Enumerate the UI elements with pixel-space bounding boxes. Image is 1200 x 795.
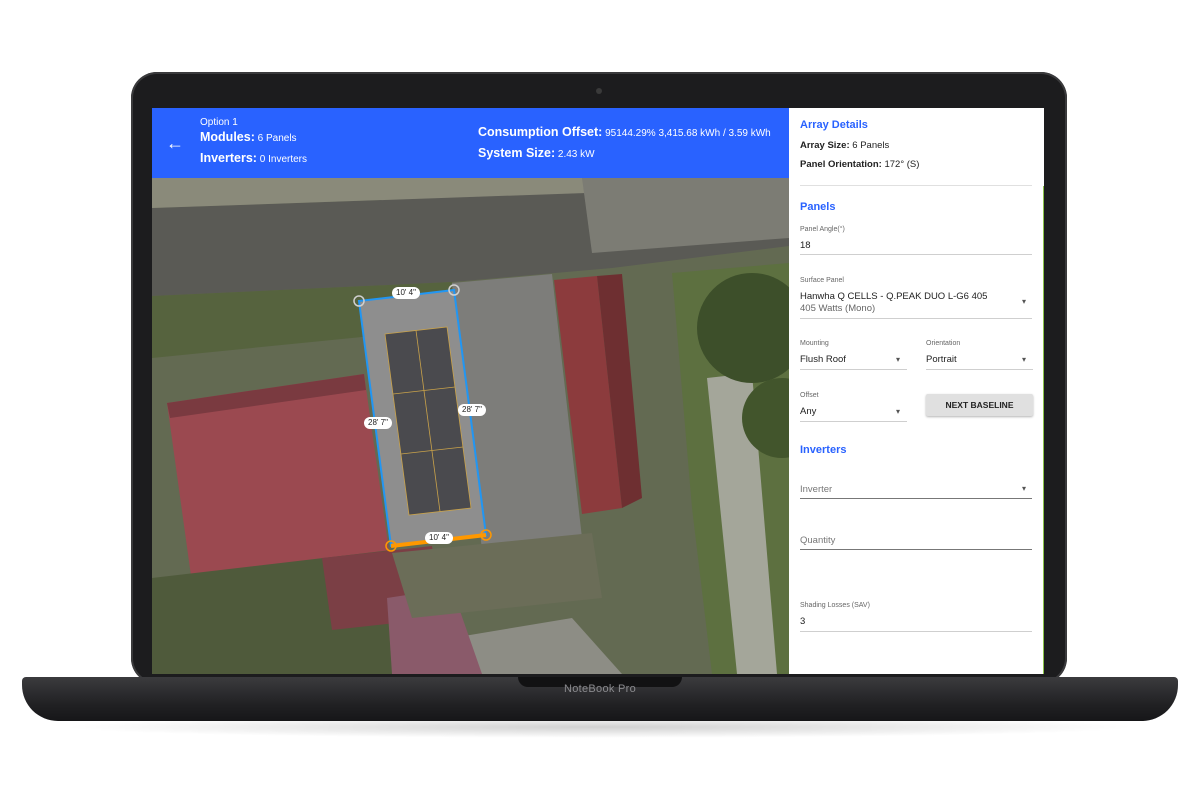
orientation-label: Orientation [926,340,961,347]
consumption-offset-label: Consumption Offset: [478,125,603,139]
orientation-dropdown-icon[interactable]: ▾ [1022,355,1026,364]
quantity-underline [800,549,1032,550]
mounting-label: Mounting [800,340,829,347]
system-size: System Size: 2.43 kW [478,146,595,160]
shading-losses-input[interactable]: 3 [800,616,805,627]
surface-panel-watts: 405 Watts (Mono) [800,303,876,314]
laptop-brand-label: NoteBook Pro [563,683,637,695]
panel-orientation-value: 172° (S) [884,159,920,170]
dimension-left: 28' 7" [364,417,392,429]
dimension-bottom: 10' 4" [425,532,453,544]
next-baseline-button[interactable]: NEXT BASELINE [926,394,1033,416]
mounting-underline [800,369,907,370]
inverter-dropdown-icon[interactable]: ▾ [1022,484,1026,493]
inverter-select[interactable]: Inverter [800,484,832,495]
panel-angle-input[interactable]: 18 [800,240,811,251]
surface-panel-select[interactable]: Hanwha Q CELLS - Q.PEAK DUO L-G6 405 [800,291,987,302]
offset-select[interactable]: Any [800,406,816,417]
modules-value: 6 Panels [257,133,297,144]
surface-panel-label: Surface Panel [800,277,844,284]
section-divider [800,185,1032,186]
surface-panel-underline [800,318,1032,319]
consumption-offset: Consumption Offset: 95144.29% 3,415.68 k… [478,125,771,139]
array-size-value: 6 Panels [852,140,890,151]
inverters-summary: Inverters: 0 Inverters [200,151,307,165]
surface-panel-dropdown-icon[interactable]: ▾ [1022,297,1026,306]
orientation-underline [926,369,1033,370]
modules-label: Modules: [200,130,255,144]
array-details-panel: Array Details Array Size: 6 Panels Panel… [789,108,1044,674]
offset-underline [800,421,907,422]
scrollbar-edge [1043,186,1044,674]
inverters-value: 0 Inverters [259,154,308,165]
inverters-label: Inverters: [200,151,257,165]
camera-icon [596,88,602,94]
inverter-underline [800,498,1032,499]
system-size-value: 2.43 kW [557,149,595,160]
satellite-map[interactable]: 10' 4" 28' 7" 28' 7" 10' 4" [152,178,789,674]
quantity-input[interactable]: Quantity [800,535,835,546]
array-details-title: Array Details [800,119,868,131]
offset-dropdown-icon[interactable]: ▾ [896,407,900,416]
panel-angle-underline [800,254,1032,255]
back-arrow-icon[interactable]: ← [166,134,184,152]
panel-angle-label: Panel Angle(°) [800,226,845,233]
system-size-label: System Size: [478,146,556,160]
panel-orientation-row: Panel Orientation: 172° (S) [800,159,919,170]
array-size-row: Array Size: 6 Panels [800,140,889,151]
inverters-title: Inverters [800,444,847,456]
app-screen: ← Option 1 Modules: 6 Panels Inverters: … [152,108,1044,674]
header-bar: ← Option 1 Modules: 6 Panels Inverters: … [152,108,789,178]
modules-summary: Modules: 6 Panels [200,130,297,144]
panel-orientation-label: Panel Orientation: [800,159,882,170]
map-canvas[interactable] [152,178,789,674]
mounting-select[interactable]: Flush Roof [800,354,846,365]
dimension-top: 10' 4" [392,287,420,299]
orientation-select[interactable]: Portrait [926,354,957,365]
mounting-dropdown-icon[interactable]: ▾ [896,355,900,364]
shading-losses-label: Shading Losses (SAV) [800,602,870,609]
consumption-offset-value: 95144.29% 3,415.68 kWh / 3.59 kWh [605,128,771,139]
array-size-label: Array Size: [800,140,850,151]
offset-label: Offset [800,392,819,399]
dimension-right: 28' 7" [458,404,486,416]
shading-losses-underline [800,631,1032,632]
panels-title: Panels [800,201,836,213]
option-label: Option 1 [200,117,238,128]
